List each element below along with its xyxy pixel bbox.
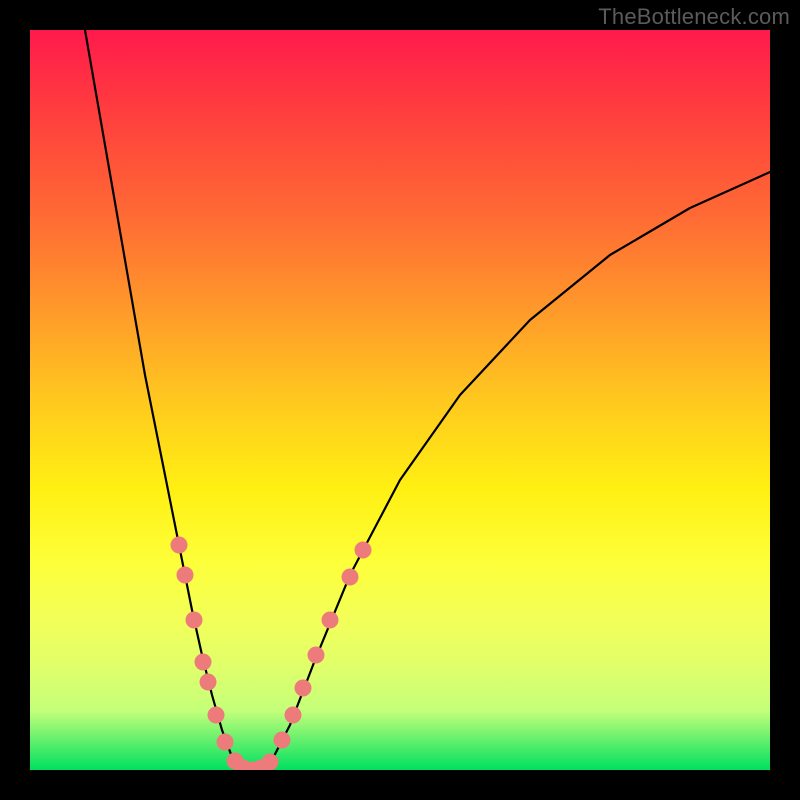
- data-marker: [195, 654, 212, 671]
- data-marker: [171, 537, 188, 554]
- data-marker: [177, 567, 194, 584]
- bottleneck-curve: [85, 30, 770, 770]
- data-marker: [217, 734, 234, 751]
- data-marker: [355, 542, 372, 559]
- plot-area: [30, 30, 770, 770]
- data-marker: [200, 674, 217, 691]
- data-marker: [274, 732, 291, 749]
- watermark-text: TheBottleneck.com: [598, 4, 790, 30]
- data-marker: [262, 754, 279, 771]
- data-marker: [322, 612, 339, 629]
- data-marker: [295, 680, 312, 697]
- data-marker: [308, 647, 325, 664]
- data-marker: [285, 707, 302, 724]
- data-marker: [342, 569, 359, 586]
- chart-svg: [30, 30, 770, 770]
- chart-frame: TheBottleneck.com: [0, 0, 800, 800]
- data-marker: [208, 707, 225, 724]
- data-marker: [186, 612, 203, 629]
- curve-group: [85, 30, 770, 770]
